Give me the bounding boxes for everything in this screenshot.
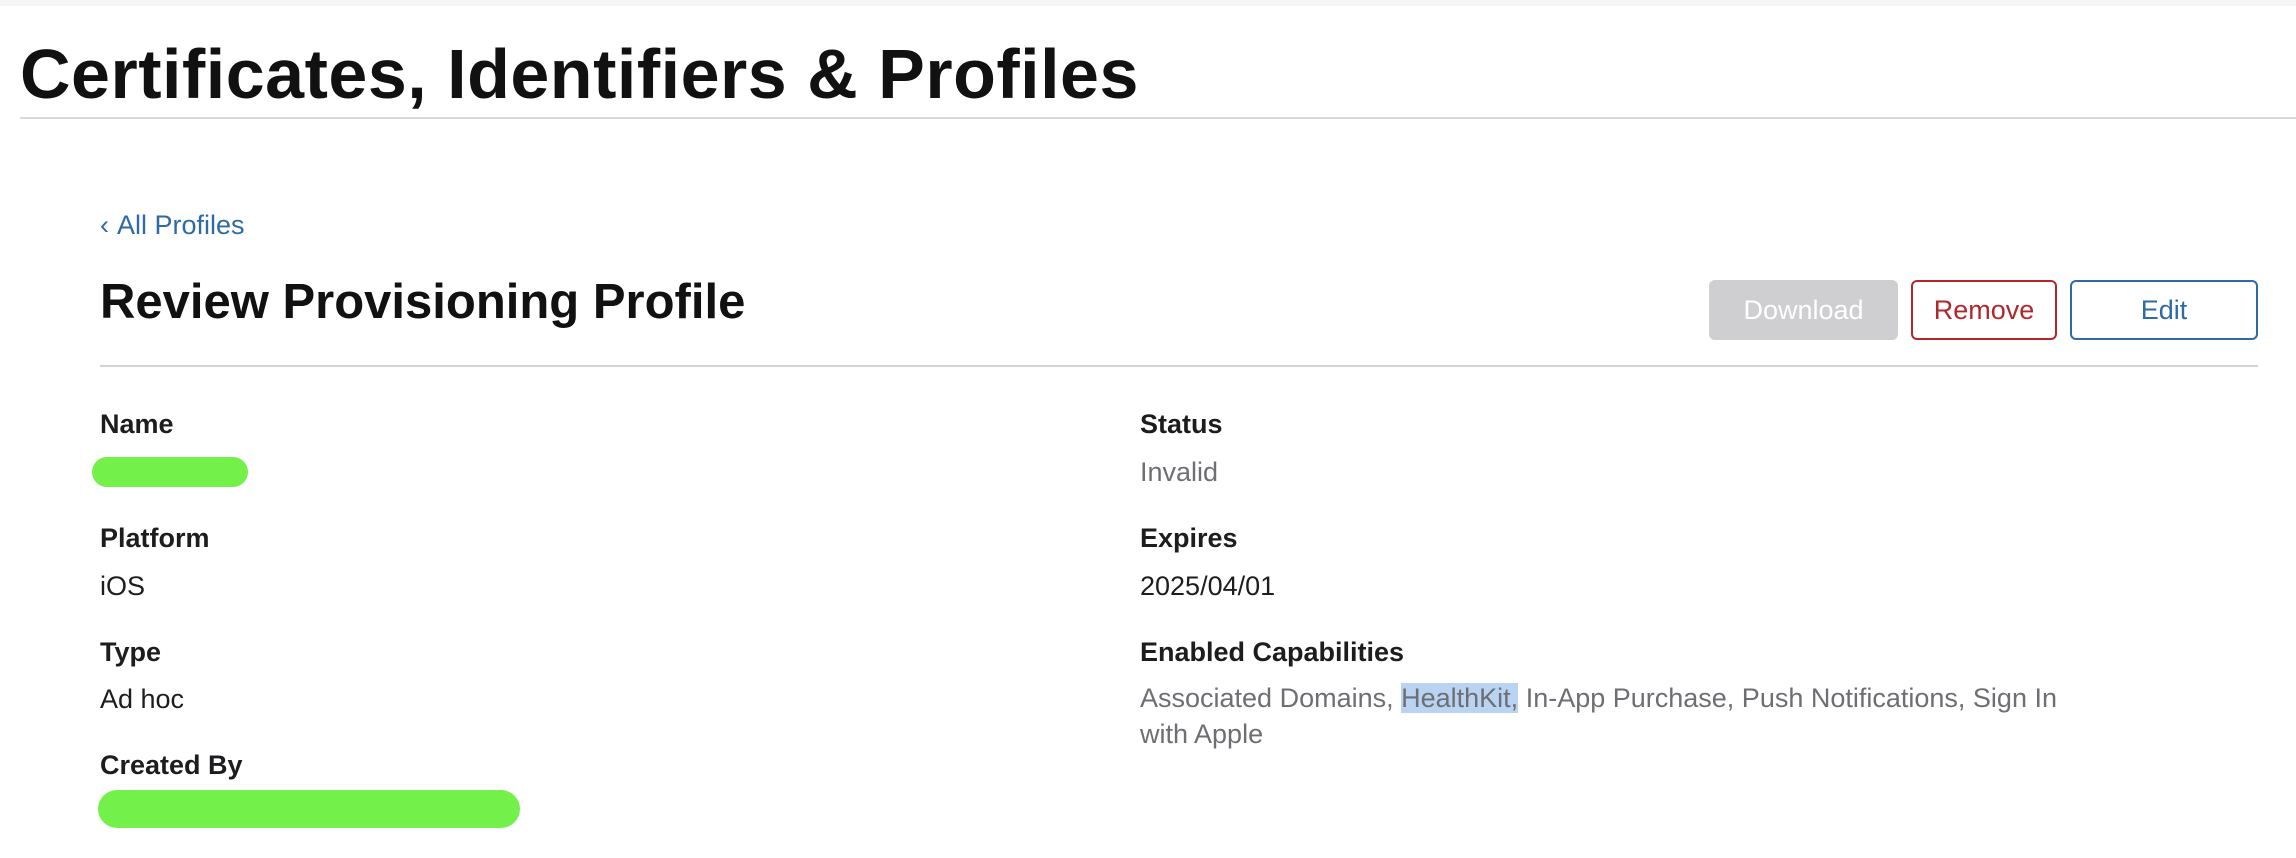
remove-button[interactable]: Remove bbox=[1911, 280, 2057, 340]
status-value: Invalid bbox=[1140, 457, 1219, 487]
type-value: Ad hoc bbox=[100, 684, 185, 714]
capabilities-value: Associated Domains, HealthKit, In-App Pu… bbox=[1140, 680, 2080, 752]
capabilities-text-before: Associated Domains, bbox=[1140, 683, 1402, 713]
download-button[interactable]: Download bbox=[1709, 280, 1898, 340]
platform-value: iOS bbox=[100, 571, 146, 601]
page-title: Certificates, Identifiers & Profiles bbox=[20, 35, 1139, 113]
edit-button[interactable]: Edit bbox=[2070, 280, 2258, 340]
platform-label: Platform bbox=[100, 523, 210, 553]
section-title: Review Provisioning Profile bbox=[100, 275, 746, 329]
all-profiles-link-label: All Profiles bbox=[117, 210, 245, 240]
type-label: Type bbox=[100, 637, 162, 667]
name-label: Name bbox=[100, 409, 174, 439]
capabilities-label: Enabled Capabilities bbox=[1140, 637, 1405, 667]
all-profiles-link[interactable]: ‹ All Profiles bbox=[100, 208, 245, 242]
chevron-left-icon: ‹ bbox=[100, 210, 109, 240]
top-strip bbox=[0, 0, 2296, 6]
expires-label: Expires bbox=[1140, 523, 1238, 553]
expires-value: 2025/04/01 bbox=[1140, 571, 1276, 601]
name-redaction bbox=[92, 457, 248, 487]
created-by-redaction bbox=[98, 790, 520, 828]
title-divider bbox=[20, 117, 2296, 119]
section-divider bbox=[100, 365, 2258, 367]
capabilities-selected-text: HealthKit, bbox=[1401, 683, 1519, 713]
created-by-label: Created By bbox=[100, 750, 243, 780]
status-label: Status bbox=[1140, 409, 1223, 439]
